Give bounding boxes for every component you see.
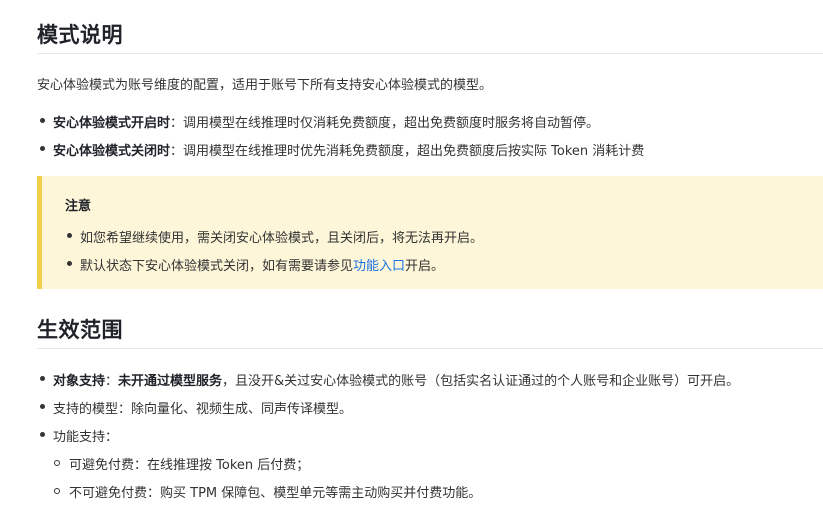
note-title: 注意 — [65, 199, 92, 214]
list-item-text: ，且没开&关过安心体验模式的账号（包括实名认证通过的个人账号和企业账号）可开启。 — [222, 374, 740, 389]
bullet — [40, 404, 45, 409]
list-item: 功能支持： — [53, 430, 119, 445]
sub-list-item: 可避免付费：在线推理按 Token 后付费； — [69, 458, 310, 473]
bullet — [40, 376, 45, 381]
list-item-emphasis: 未开通过模型服务 — [118, 374, 223, 389]
bullet — [67, 261, 72, 266]
sub-list-item: 不可避免付费：购买 TPM 保障包、模型单元等需主动购买并付费功能。 — [69, 486, 482, 501]
bullet — [40, 432, 45, 437]
list-item-label: 安心体验模式关闭时 — [53, 144, 171, 159]
note-item-text: 默认状态下安心体验模式关闭，如有需要请参见 — [80, 259, 354, 274]
bullet — [40, 146, 45, 151]
bullet — [40, 118, 45, 123]
list-item: 安心体验模式开启时：调用模型在线推理时仅消耗免费额度，超出免费额度时服务将自动暂… — [53, 112, 599, 131]
list-item-colon: ： — [105, 374, 119, 389]
note-item: 如您希望继续使用，需关闭安心体验模式，且关闭后，将无法再开启。 — [80, 231, 484, 246]
note-item: 默认状态下安心体验模式关闭，如有需要请参见功能入口开启。 — [80, 255, 444, 274]
list-item: 支持的模型：除向量化、视频生成、同声传译模型。 — [53, 402, 353, 417]
list-item: 安心体验模式关闭时：调用模型在线推理时优先消耗免费额度，超出免费额度后按实际 T… — [53, 140, 644, 159]
sub-bullet — [54, 488, 60, 494]
list-item-label: 对象支持 — [53, 374, 106, 389]
list-item-text: ：调用模型在线推理时仅消耗免费额度，超出免费额度时服务将自动暂停。 — [170, 116, 600, 131]
note-item-text: 开启。 — [405, 259, 445, 274]
feature-entry-link[interactable]: 功能入口 — [353, 259, 405, 274]
section-title-scope: 生效范围 — [37, 318, 123, 342]
list-item-label: 安心体验模式开启时 — [53, 116, 171, 131]
divider — [37, 53, 823, 54]
divider — [37, 348, 823, 349]
list-item: 对象支持：未开通过模型服务，且没开&关过安心体验模式的账号（包括实名认证通过的个… — [53, 370, 739, 389]
note-callout: 注意 如您希望继续使用，需关闭安心体验模式，且关闭后，将无法再开启。 默认状态下… — [37, 176, 823, 289]
intro-paragraph: 安心体验模式为账号维度的配置，适用于账号下所有支持安心体验模式的模型。 — [37, 78, 493, 93]
bullet — [67, 233, 72, 238]
list-item-text: ：调用模型在线推理时优先消耗免费额度，超出免费额度后按实际 Token 消耗计费 — [170, 144, 645, 159]
sub-bullet — [54, 460, 60, 466]
section-title-mode: 模式说明 — [37, 23, 123, 47]
